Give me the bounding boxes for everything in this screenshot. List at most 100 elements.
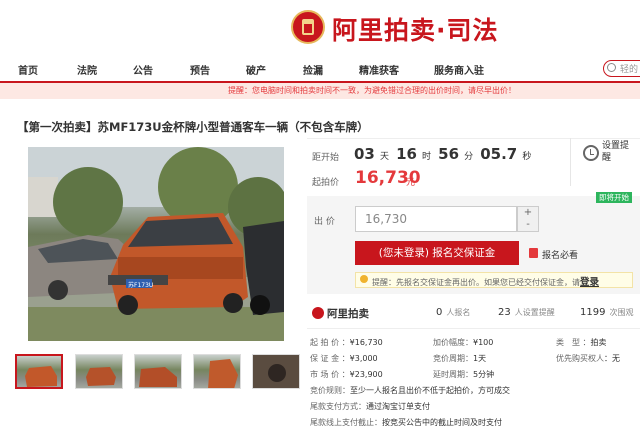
detail-deposit: 保 证 金 ：¥3,000: [310, 353, 378, 364]
countdown-days-unit: 天: [379, 152, 389, 162]
main-photo[interactable]: 苏F173U: [28, 147, 284, 341]
login-link[interactable]: 登录: [580, 277, 599, 288]
car-photo-illustration: 苏F173U: [28, 147, 284, 341]
detail-value: ¥16,730: [349, 338, 383, 347]
must-read-link[interactable]: 报名必看: [542, 248, 578, 261]
detail-offline-deadline: 尾款线上支付截止：按竞买公告中的截止时间及时支付: [310, 417, 502, 428]
detail-final-payment: 尾款支付方式：通过淘宝订单支付: [310, 401, 430, 412]
thumbnail-1[interactable]: [15, 354, 63, 389]
bid-minus-button[interactable]: -: [518, 219, 538, 231]
bid-plus-button[interactable]: +: [518, 207, 538, 219]
start-price-label: 起拍价: [312, 178, 340, 188]
countdown-days: 03: [354, 145, 375, 163]
time-notice-text: 提醒：您电脑时间和拍卖时间不一致，为避免错过合理的出价时间，请尽早出价！: [228, 86, 516, 95]
thumbnail-4[interactable]: [193, 354, 241, 389]
ali-auction-logo-icon: [312, 307, 324, 319]
bid-stepper: + -: [517, 206, 539, 232]
view-count: 1199 次围观: [580, 307, 633, 318]
site-logo[interactable]: 阿里拍卖·司法: [332, 11, 499, 47]
thumbnail-image: [25, 366, 57, 387]
search-input[interactable]: 轻的: [620, 62, 638, 75]
detail-label: 市 场 价 ：: [310, 370, 350, 379]
bulb-icon: [360, 275, 368, 283]
nav-item-home[interactable]: 首页: [18, 62, 38, 77]
detail-start-price: 起 拍 价 ：¥16,730: [310, 337, 383, 348]
detail-label: 保 证 金 ：: [310, 354, 350, 363]
detail-label: 加价幅度：: [433, 338, 473, 347]
document-icon: [529, 248, 538, 258]
nav-item-bankruptcy[interactable]: 破产: [246, 62, 266, 77]
detail-value: 至少一人报名且出价不低于起拍价，方可成交: [350, 386, 510, 395]
signup-count-label: 人报名: [446, 308, 471, 317]
countdown-seconds-unit: 秒: [522, 152, 532, 162]
detail-label: 竞价周期：: [433, 354, 473, 363]
court-emblem-icon: [291, 10, 325, 44]
bid-label: 出 价: [314, 217, 335, 227]
detail-priority: 优先购买权人：无: [556, 353, 620, 364]
detail-type: 类 型 ：拍卖: [556, 337, 607, 348]
thumbnail-2[interactable]: [75, 354, 123, 389]
countdown-label: 距开始: [312, 153, 340, 163]
clock-icon[interactable]: [583, 145, 599, 161]
thumbnail-image: [86, 367, 116, 386]
signup-count: 0 人报名: [436, 307, 470, 318]
reminder-count-label: 人设置提醒: [514, 308, 555, 317]
view-count-label: 次围观: [609, 308, 634, 317]
signup-count-value: 0: [436, 307, 443, 318]
bid-amount-input[interactable]: 16,730: [355, 206, 517, 232]
nav-item-provider-join[interactable]: 服务商入驻: [434, 62, 484, 77]
view-count-value: 1199: [580, 307, 606, 318]
nav-item-notices[interactable]: 公告: [133, 62, 153, 77]
detail-label: 优先购买权人: [556, 354, 604, 363]
detail-label: 起 拍 价 ：: [310, 338, 350, 347]
detail-increment: 加价幅度：¥100: [433, 337, 493, 348]
license-plate-text: 苏F173U: [128, 281, 153, 289]
detail-label: 竞价规则：: [310, 386, 350, 395]
detail-bid-cycle: 竞价周期：1天: [433, 353, 486, 364]
detail-value: ¥23,900: [349, 370, 383, 379]
thumbnail-image: [139, 367, 177, 387]
detail-value: 通过淘宝订单支付: [366, 402, 430, 411]
detail-label: 尾款线上支付截止：: [310, 418, 382, 427]
detail-delay-cycle: 延时周期：5分钟: [433, 369, 494, 380]
nav-item-precise-leads[interactable]: 精准获客: [359, 62, 399, 77]
countdown-seconds: 05.7: [480, 145, 518, 163]
countdown-hours: 16: [396, 145, 417, 163]
nav-item-bargains[interactable]: 捡漏: [303, 62, 323, 77]
thumbnail-3[interactable]: [134, 354, 182, 389]
detail-value: ¥100: [473, 338, 494, 347]
reminder-count-value: 23: [498, 307, 511, 318]
remind-divider: [570, 138, 571, 186]
detail-value: ：无: [604, 354, 620, 363]
thumbnail-5[interactable]: [252, 354, 300, 389]
login-tip-message: 提醒：先报名交保证金再出价。如果您已经交付保证金，请: [372, 278, 580, 287]
signup-deposit-button[interactable]: (您未登录) 报名交保证金: [355, 241, 519, 265]
countdown-hours-unit: 时: [422, 152, 432, 162]
search-icon[interactable]: [607, 63, 616, 72]
thumbnail-image: [253, 355, 299, 388]
set-reminder-button[interactable]: 设置提醒: [602, 140, 632, 164]
countdown-minutes: 56: [438, 145, 460, 163]
detail-value: 拍卖: [590, 338, 607, 347]
nav-item-preview[interactable]: 预告: [190, 62, 210, 77]
detail-value: 按竞买公告中的截止时间及时支付: [382, 418, 502, 427]
thumbnail-image: [208, 359, 238, 388]
detail-value: 1天: [473, 354, 487, 363]
detail-market-price: 市 场 价 ：¥23,900: [310, 369, 383, 380]
countdown-timer: 03 天 16 时 56 分 05.7 秒: [354, 144, 531, 163]
detail-rule: 竞价规则：至少一人报名且出价不低于起拍价，方可成交: [310, 385, 510, 396]
detail-label: 延时周期：: [433, 370, 473, 379]
status-badge: 即将开始: [596, 192, 632, 203]
detail-value: 5分钟: [473, 370, 495, 379]
detail-value: ¥3,000: [349, 354, 378, 363]
login-tip-text: 提醒：先报名交保证金再出价。如果您已经交付保证金，请登录: [372, 274, 599, 288]
brand-label: 阿里拍卖: [327, 308, 369, 320]
page-title: 【第一次拍卖】苏MF173U金杯牌小型普通客车一辆（不包含车牌）: [17, 120, 369, 134]
main-nav: 首页 法院 公告 预告 破产 捡漏 精准获客 服务商入驻: [0, 56, 640, 82]
nav-item-courts[interactable]: 法院: [77, 62, 97, 77]
detail-label: 类 型 ：: [556, 338, 591, 347]
start-price-unit: 元: [406, 178, 416, 188]
stats-divider: [307, 328, 640, 329]
detail-label: 尾款支付方式：: [310, 402, 366, 411]
countdown-minutes-unit: 分: [464, 152, 474, 162]
